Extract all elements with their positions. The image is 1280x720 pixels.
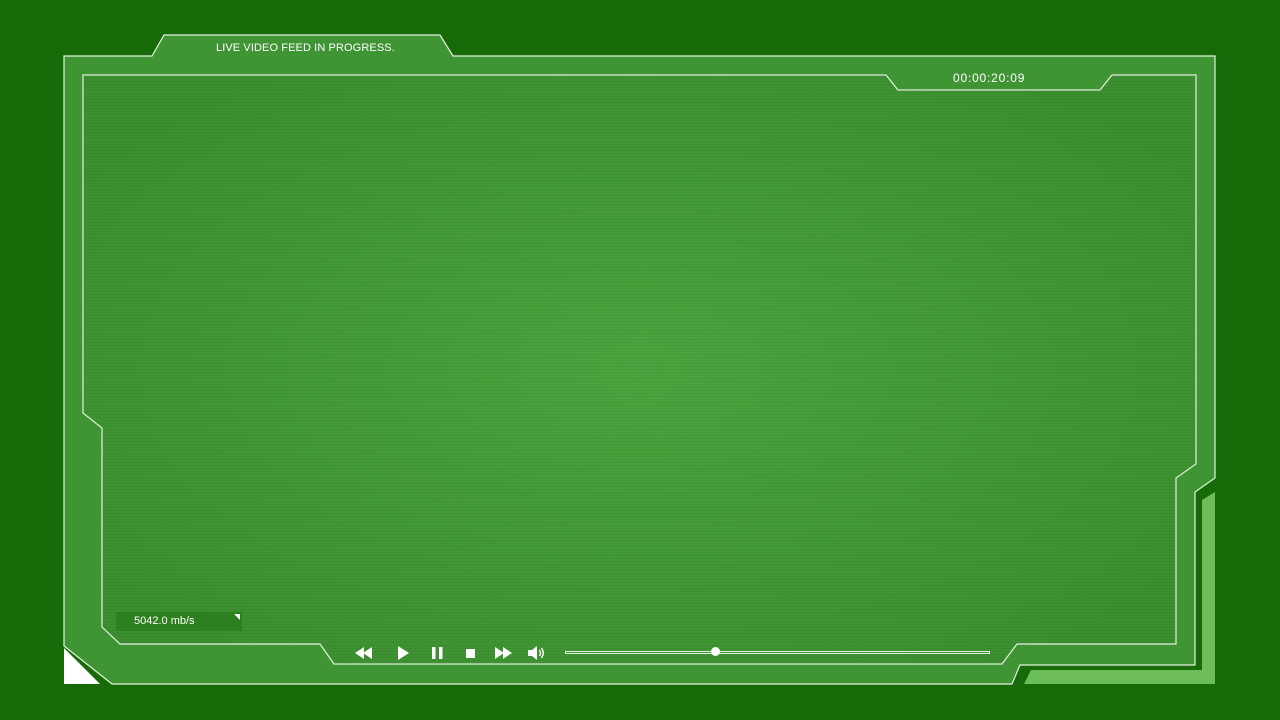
- fast-forward-button[interactable]: [491, 642, 515, 664]
- stop-icon: [465, 648, 475, 658]
- volume-button[interactable]: [525, 642, 549, 664]
- scanline-overlay: [83, 75, 1196, 664]
- fast-forward-icon: [495, 647, 512, 659]
- timecode-display: 00:00:20:09: [953, 71, 1026, 85]
- play-icon: [398, 646, 409, 660]
- volume-icon: [528, 646, 544, 660]
- feed-status-label: LIVE VIDEO FEED IN PROGRESS.: [216, 42, 395, 54]
- pause-button[interactable]: [425, 642, 449, 664]
- bitrate-value: 5042.0 mb/s: [134, 615, 195, 627]
- seek-bar[interactable]: [565, 651, 990, 654]
- rewind-button[interactable]: [352, 642, 376, 664]
- rewind-icon: [355, 647, 372, 659]
- pause-icon: [431, 647, 442, 659]
- stop-button[interactable]: [458, 642, 482, 664]
- play-button[interactable]: [391, 642, 415, 664]
